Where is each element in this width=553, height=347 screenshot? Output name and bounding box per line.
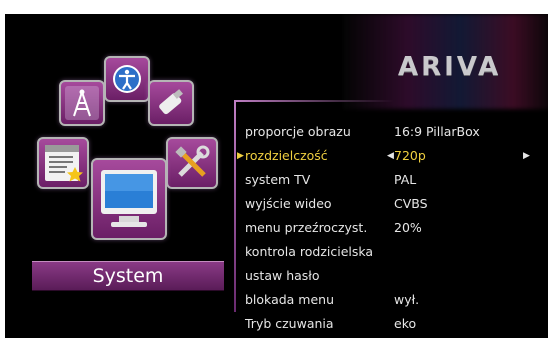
- menu-item-label: wyjście wideo: [245, 196, 332, 211]
- menu-item-value: 720p: [394, 148, 426, 163]
- usb-stick-icon[interactable]: [148, 80, 194, 126]
- monitor-icon[interactable]: [91, 158, 167, 240]
- menu-item-label: proporcje obrazu: [245, 124, 351, 139]
- menu-item-label: menu przeźroczyst.: [245, 220, 368, 235]
- menu-item-video-output[interactable]: wyjście wideo CVBS: [245, 194, 545, 214]
- menu-item-label: ustaw hasło: [245, 268, 320, 283]
- menu-item-set-password[interactable]: ustaw hasło: [245, 266, 545, 286]
- tools-icon[interactable]: [166, 137, 218, 189]
- menu-item-menu-lock[interactable]: blokada menu wył.: [245, 290, 545, 310]
- tv-screen: ARIVA System proporcje obrazu 16:9 Pilla…: [5, 14, 548, 338]
- menu-item-standby-mode[interactable]: Tryb czuwania eko: [245, 314, 545, 334]
- accessibility-icon[interactable]: [104, 56, 150, 102]
- current-section-label: System: [32, 261, 224, 291]
- menu-item-parental-control[interactable]: kontrola rodzicielska: [245, 242, 545, 262]
- panel-top-divider: [234, 100, 394, 102]
- panel-left-divider: [234, 100, 236, 312]
- menu-item-label: kontrola rodzicielska: [245, 244, 374, 259]
- menu-item-value: 16:9 PillarBox: [394, 124, 480, 139]
- menu-item-value: CVBS: [394, 196, 428, 211]
- selection-arrow-icon: ▶: [237, 151, 244, 161]
- chevron-right-icon[interactable]: ▶: [523, 146, 530, 166]
- menu-item-value: 20%: [394, 220, 422, 235]
- menu-item-tv-system[interactable]: system TV PAL: [245, 170, 545, 190]
- menu-item-label: system TV: [245, 172, 311, 187]
- menu-item-label: rozdzielczość: [245, 148, 328, 163]
- menu-item-aspect-ratio[interactable]: proporcje obrazu 16:9 PillarBox: [245, 122, 545, 142]
- channel-list-icon[interactable]: [37, 137, 89, 189]
- menu-item-value: wył.: [394, 292, 420, 307]
- antenna-icon[interactable]: [59, 80, 105, 126]
- menu-item-label: Tryb czuwania: [245, 316, 334, 331]
- chevron-left-icon[interactable]: ◀: [387, 146, 394, 166]
- menu-item-transparency[interactable]: menu przeźroczyst. 20%: [245, 218, 545, 238]
- menu-item-value: eko: [394, 316, 417, 331]
- menu-item-label: blokada menu: [245, 292, 335, 307]
- menu-item-resolution[interactable]: ▶ rozdzielczość ◀ 720p ▶: [237, 146, 545, 166]
- brand-logo: ARIVA: [398, 52, 502, 82]
- menu-item-value: PAL: [394, 172, 417, 187]
